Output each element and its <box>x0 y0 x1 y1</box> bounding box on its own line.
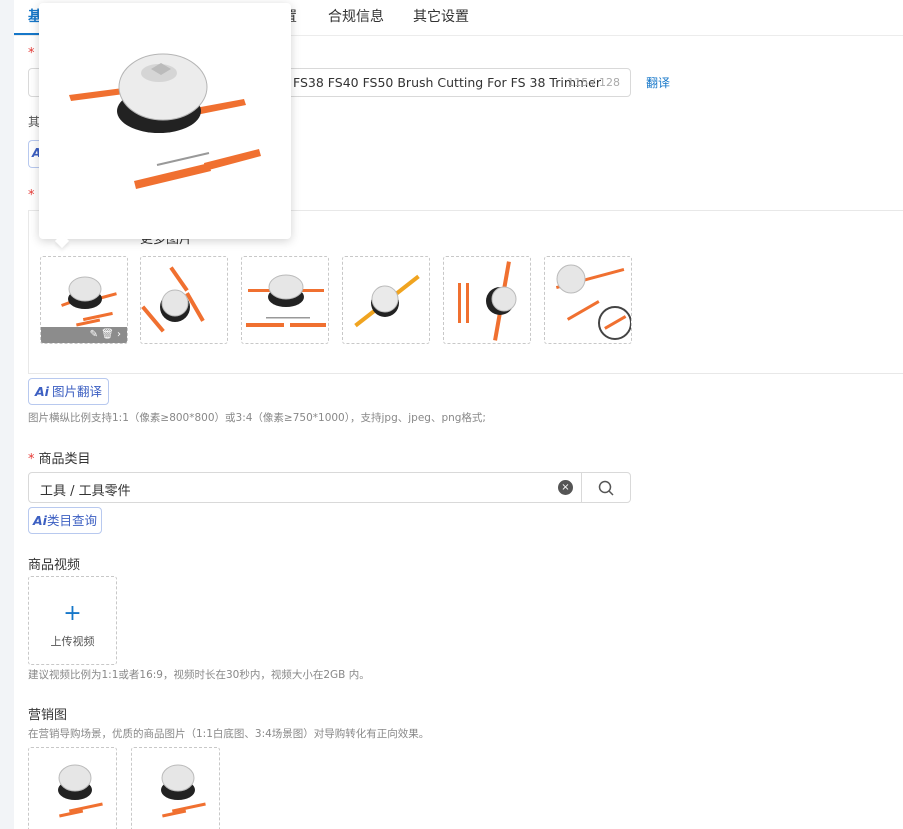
ai-category-query-label: 类目查询 <box>46 513 97 528</box>
ai-icon: Ai <box>33 513 47 528</box>
title-required-mark: * <box>28 46 35 61</box>
trimmer-kit-image <box>555 264 631 340</box>
title-char-count: 115 / 128 <box>567 76 620 89</box>
yellow-trimmer-image <box>354 274 420 328</box>
tab-compliance[interactable]: 合规信息 <box>328 6 384 26</box>
ai-category-query-button[interactable]: Ai类目查询 <box>28 507 102 534</box>
thumbnail-2[interactable] <box>140 256 228 344</box>
video-label: 商品视频 <box>28 558 81 573</box>
upload-video-label: 上传视频 <box>50 635 95 648</box>
category-value: 工具 / 工具零件 <box>40 484 131 499</box>
ai-icon: Ai <box>35 384 49 399</box>
marketing-image-1[interactable] <box>28 747 117 829</box>
thumbnail-6[interactable] <box>544 256 632 344</box>
trimmer-head-preview-image <box>69 53 261 189</box>
marketing-hint: 在营销导购场景，优质的商品图片（1:1白底图、3:4场景图）对导购转化有正向效果… <box>28 728 430 740</box>
thumbnail-5[interactable] <box>443 256 531 344</box>
thumbnail-toolbar[interactable]: ✎ 🗑 › <box>41 327 127 343</box>
category-search-button[interactable] <box>581 472 631 503</box>
trimmer-head-image <box>246 274 326 327</box>
clear-icon[interactable]: × <box>558 480 573 495</box>
plus-icon: + <box>63 601 82 626</box>
marketing-label: 营销图 <box>28 708 68 723</box>
trimmer-head-image <box>161 764 206 818</box>
image-preview-popup <box>39 3 291 239</box>
active-tab-indicator <box>14 33 42 35</box>
category-required-mark: * <box>28 452 35 467</box>
image-hint: 图片横纵比例支持1:1（像素≥800*800）或3:4（像素≥750*1000）… <box>28 412 486 424</box>
left-sidebar-strip <box>0 0 14 829</box>
category-label-text: 商品类目 <box>38 452 91 467</box>
trimmer-blades-image <box>141 266 205 333</box>
thumbnail-3[interactable] <box>241 256 329 344</box>
category-label: * 商品类目 <box>28 448 91 467</box>
thumbnail-main[interactable]: ✎ 🗑 › <box>40 256 128 344</box>
thumbnail-4[interactable] <box>342 256 430 344</box>
upload-video-button[interactable]: + 上传视频 <box>28 576 117 665</box>
trimmer-parts-image <box>458 261 517 341</box>
images-required-mark: * <box>28 188 35 203</box>
ai-image-translate-label: 图片翻译 <box>51 384 102 399</box>
search-icon <box>598 480 614 496</box>
marketing-image-2[interactable] <box>131 747 220 829</box>
title-input-value: FS38 FS40 FS50 Brush Cutting For FS 38 T… <box>293 75 602 90</box>
video-hint: 建议视频比例为1:1或者16:9，视频时长在30秒内，视频大小在2GB 内。 <box>28 669 370 681</box>
tab-other-settings[interactable]: 其它设置 <box>413 6 469 26</box>
translate-link[interactable]: 翻译 <box>646 74 670 91</box>
category-input[interactable]: 工具 / 工具零件 × <box>28 472 582 503</box>
trimmer-head-image <box>58 764 103 818</box>
ai-image-translate-button[interactable]: Ai 图片翻译 <box>28 378 109 405</box>
